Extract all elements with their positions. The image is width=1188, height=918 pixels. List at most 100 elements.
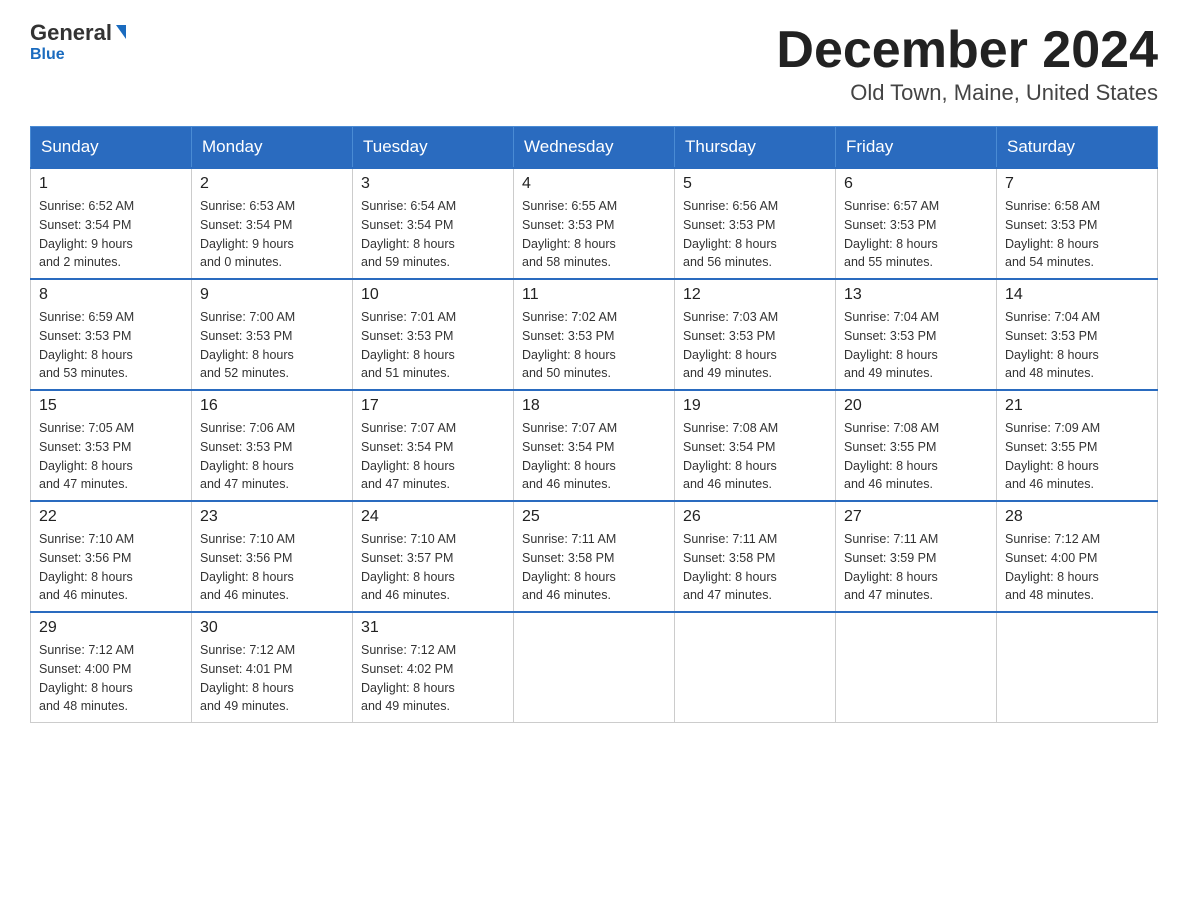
calendar-cell bbox=[675, 612, 836, 723]
day-number: 15 bbox=[39, 397, 183, 415]
calendar-cell: 22 Sunrise: 7:10 AMSunset: 3:56 PMDayligh… bbox=[31, 501, 192, 612]
day-info: Sunrise: 7:11 AMSunset: 3:58 PMDaylight:… bbox=[522, 530, 666, 605]
day-info: Sunrise: 7:01 AMSunset: 3:53 PMDaylight:… bbox=[361, 308, 505, 383]
calendar-cell: 29 Sunrise: 7:12 AMSunset: 4:00 PMDayligh… bbox=[31, 612, 192, 723]
calendar-cell: 20 Sunrise: 7:08 AMSunset: 3:55 PMDayligh… bbox=[836, 390, 997, 501]
day-number: 25 bbox=[522, 508, 666, 526]
calendar-cell: 25 Sunrise: 7:11 AMSunset: 3:58 PMDayligh… bbox=[514, 501, 675, 612]
day-number: 26 bbox=[683, 508, 827, 526]
calendar-cell: 17Sunrise: 7:07 AMSunset: 3:54 PMDayligh… bbox=[353, 390, 514, 501]
day-info: Sunrise: 6:59 AMSunset: 3:53 PMDaylight:… bbox=[39, 308, 183, 383]
day-info: Sunrise: 7:11 AMSunset: 3:59 PMDaylight:… bbox=[844, 530, 988, 605]
day-info: Sunrise: 7:05 AMSunset: 3:53 PMDaylight:… bbox=[39, 419, 183, 494]
day-number: 18 bbox=[522, 397, 666, 415]
calendar-cell: 13 Sunrise: 7:04 AMSunset: 3:53 PMDayligh… bbox=[836, 279, 997, 390]
day-info: Sunrise: 7:09 AMSunset: 3:55 PMDaylight:… bbox=[1005, 419, 1149, 494]
day-number: 23 bbox=[200, 508, 344, 526]
calendar-cell: 2 Sunrise: 6:53 AMSunset: 3:54 PMDaylight… bbox=[192, 168, 353, 279]
weekday-header-sunday: Sunday bbox=[31, 127, 192, 169]
calendar-cell: 5Sunrise: 6:56 AMSunset: 3:53 PMDaylight… bbox=[675, 168, 836, 279]
calendar-cell bbox=[997, 612, 1158, 723]
day-number: 8 bbox=[39, 286, 183, 304]
day-info: Sunrise: 6:54 AMSunset: 3:54 PMDaylight:… bbox=[361, 197, 505, 272]
weekday-header-row: SundayMondayTuesdayWednesdayThursdayFrid… bbox=[31, 127, 1158, 169]
day-info: Sunrise: 7:11 AMSunset: 3:58 PMDaylight:… bbox=[683, 530, 827, 605]
day-number: 19 bbox=[683, 397, 827, 415]
day-number: 14 bbox=[1005, 286, 1149, 304]
day-number: 13 bbox=[844, 286, 988, 304]
day-info: Sunrise: 7:07 AMSunset: 3:54 PMDaylight:… bbox=[522, 419, 666, 494]
weekday-header-monday: Monday bbox=[192, 127, 353, 169]
day-info: Sunrise: 7:04 AMSunset: 3:53 PMDaylight:… bbox=[844, 308, 988, 383]
day-number: 30 bbox=[200, 619, 344, 637]
day-number: 29 bbox=[39, 619, 183, 637]
day-info: Sunrise: 7:04 AMSunset: 3:53 PMDaylight:… bbox=[1005, 308, 1149, 383]
day-info: Sunrise: 6:55 AMSunset: 3:53 PMDaylight:… bbox=[522, 197, 666, 272]
day-info: Sunrise: 7:02 AMSunset: 3:53 PMDaylight:… bbox=[522, 308, 666, 383]
calendar-cell: 18 Sunrise: 7:07 AMSunset: 3:54 PMDayligh… bbox=[514, 390, 675, 501]
day-info: Sunrise: 7:03 AMSunset: 3:53 PMDaylight:… bbox=[683, 308, 827, 383]
day-number: 3 bbox=[361, 175, 505, 193]
calendar-cell: 6 Sunrise: 6:57 AMSunset: 3:53 PMDaylight… bbox=[836, 168, 997, 279]
day-info: Sunrise: 7:08 AMSunset: 3:54 PMDaylight:… bbox=[683, 419, 827, 494]
day-number: 22 bbox=[39, 508, 183, 526]
calendar-cell bbox=[836, 612, 997, 723]
calendar-cell: 1 Sunrise: 6:52 AMSunset: 3:54 PMDaylight… bbox=[31, 168, 192, 279]
day-info: Sunrise: 6:53 AMSunset: 3:54 PMDaylight:… bbox=[200, 197, 344, 272]
day-number: 12 bbox=[683, 286, 827, 304]
day-number: 10 bbox=[361, 286, 505, 304]
weekday-header-friday: Friday bbox=[836, 127, 997, 169]
calendar-table: SundayMondayTuesdayWednesdayThursdayFrid… bbox=[30, 126, 1158, 723]
weekday-header-tuesday: Tuesday bbox=[353, 127, 514, 169]
calendar-cell: 14 Sunrise: 7:04 AMSunset: 3:53 PMDayligh… bbox=[997, 279, 1158, 390]
day-number: 1 bbox=[39, 175, 183, 193]
month-title: December 2024 bbox=[776, 20, 1158, 80]
day-info: Sunrise: 6:56 AMSunset: 3:53 PMDaylight:… bbox=[683, 197, 827, 272]
calendar-cell: 4 Sunrise: 6:55 AMSunset: 3:53 PMDaylight… bbox=[514, 168, 675, 279]
calendar-cell: 16Sunrise: 7:06 AMSunset: 3:53 PMDayligh… bbox=[192, 390, 353, 501]
logo: General Blue bbox=[30, 20, 126, 64]
logo-general: General bbox=[30, 20, 112, 46]
day-info: Sunrise: 7:10 AMSunset: 3:56 PMDaylight:… bbox=[39, 530, 183, 605]
calendar-cell: 19 Sunrise: 7:08 AMSunset: 3:54 PMDayligh… bbox=[675, 390, 836, 501]
calendar-cell: 15 Sunrise: 7:05 AMSunset: 3:53 PMDayligh… bbox=[31, 390, 192, 501]
weekday-header-thursday: Thursday bbox=[675, 127, 836, 169]
day-info: Sunrise: 7:10 AMSunset: 3:57 PMDaylight:… bbox=[361, 530, 505, 605]
day-info: Sunrise: 7:10 AMSunset: 3:56 PMDaylight:… bbox=[200, 530, 344, 605]
day-number: 11 bbox=[522, 286, 666, 304]
day-number: 7 bbox=[1005, 175, 1149, 193]
logo-blue-text: Blue bbox=[30, 46, 65, 64]
day-info: Sunrise: 6:52 AMSunset: 3:54 PMDaylight:… bbox=[39, 197, 183, 272]
day-number: 9 bbox=[200, 286, 344, 304]
calendar-cell: 31Sunrise: 7:12 AMSunset: 4:02 PMDayligh… bbox=[353, 612, 514, 723]
page-header: General Blue December 2024 Old Town, Mai… bbox=[30, 20, 1158, 106]
week-row-2: 8 Sunrise: 6:59 AMSunset: 3:53 PMDaylight… bbox=[31, 279, 1158, 390]
day-info: Sunrise: 7:12 AMSunset: 4:01 PMDaylight:… bbox=[200, 641, 344, 716]
logo-arrow-icon bbox=[116, 25, 126, 39]
calendar-cell bbox=[514, 612, 675, 723]
calendar-cell: 9 Sunrise: 7:00 AMSunset: 3:53 PMDaylight… bbox=[192, 279, 353, 390]
calendar-cell: 28Sunrise: 7:12 AMSunset: 4:00 PMDayligh… bbox=[997, 501, 1158, 612]
day-number: 4 bbox=[522, 175, 666, 193]
day-number: 20 bbox=[844, 397, 988, 415]
day-info: Sunrise: 7:12 AMSunset: 4:02 PMDaylight:… bbox=[361, 641, 505, 716]
calendar-cell: 11 Sunrise: 7:02 AMSunset: 3:53 PMDayligh… bbox=[514, 279, 675, 390]
week-row-4: 22 Sunrise: 7:10 AMSunset: 3:56 PMDayligh… bbox=[31, 501, 1158, 612]
day-number: 6 bbox=[844, 175, 988, 193]
logo-text: General bbox=[30, 20, 126, 46]
calendar-cell: 27 Sunrise: 7:11 AMSunset: 3:59 PMDayligh… bbox=[836, 501, 997, 612]
calendar-cell: 10 Sunrise: 7:01 AMSunset: 3:53 PMDayligh… bbox=[353, 279, 514, 390]
week-row-3: 15 Sunrise: 7:05 AMSunset: 3:53 PMDayligh… bbox=[31, 390, 1158, 501]
week-row-5: 29 Sunrise: 7:12 AMSunset: 4:00 PMDayligh… bbox=[31, 612, 1158, 723]
day-info: Sunrise: 7:08 AMSunset: 3:55 PMDaylight:… bbox=[844, 419, 988, 494]
day-info: Sunrise: 7:12 AMSunset: 4:00 PMDaylight:… bbox=[39, 641, 183, 716]
day-info: Sunrise: 7:00 AMSunset: 3:53 PMDaylight:… bbox=[200, 308, 344, 383]
day-info: Sunrise: 6:57 AMSunset: 3:53 PMDaylight:… bbox=[844, 197, 988, 272]
calendar-cell: 21 Sunrise: 7:09 AMSunset: 3:55 PMDayligh… bbox=[997, 390, 1158, 501]
calendar-cell: 26 Sunrise: 7:11 AMSunset: 3:58 PMDayligh… bbox=[675, 501, 836, 612]
day-number: 2 bbox=[200, 175, 344, 193]
day-number: 21 bbox=[1005, 397, 1149, 415]
day-info: Sunrise: 6:58 AMSunset: 3:53 PMDaylight:… bbox=[1005, 197, 1149, 272]
day-number: 27 bbox=[844, 508, 988, 526]
day-number: 28 bbox=[1005, 508, 1149, 526]
